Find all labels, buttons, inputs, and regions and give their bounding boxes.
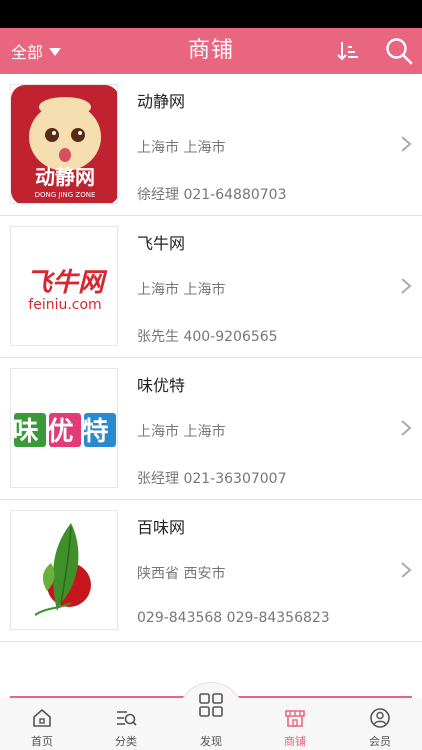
user-icon	[370, 708, 390, 728]
shop-contact: 徐经理 021-64880703	[137, 187, 287, 203]
chevron-right-icon	[401, 136, 412, 152]
shop-name: 飞牛网	[137, 234, 186, 253]
shop-contact: 张先生 400-9206565	[137, 329, 278, 345]
sort-icon[interactable]	[336, 39, 360, 63]
chevron-right-icon	[401, 562, 412, 578]
tab-label: 会员	[369, 735, 391, 748]
home-icon	[33, 709, 51, 727]
tab-label: 发现	[200, 735, 222, 748]
svg-text:味优特: 味优特	[12, 416, 117, 447]
shop-logo: 飞牛网 feiniu.com	[10, 226, 118, 346]
feiniu-logo-image: 飞牛网 feiniu.com	[26, 268, 108, 313]
tab-label: 商铺	[284, 735, 306, 748]
shop-location: 上海市 上海市	[137, 424, 226, 440]
top-header: 全部 商铺	[0, 28, 422, 74]
shop-logo	[10, 510, 118, 630]
tab-shop[interactable]: 商铺	[253, 698, 337, 750]
shop-name: 味优特	[137, 376, 186, 395]
shop-contact: 张经理 021-36307007	[137, 471, 287, 487]
shop-list: 动静网 DONG JING ZONE 动静网 上海市 上海市 徐经理 021-6…	[0, 74, 422, 642]
tab-member[interactable]: 会员	[338, 698, 422, 750]
search-icon[interactable]	[384, 36, 414, 66]
svg-text:feiniu.com: feiniu.com	[28, 297, 101, 313]
list-item[interactable]: 味优特 味优特 上海市 上海市 张经理 021-36307007	[0, 358, 422, 500]
dongjing-logo-image: 动静网 DONG JING ZONE	[11, 85, 117, 203]
tab-label: 分类	[115, 735, 137, 748]
tab-label: 首页	[31, 735, 53, 748]
shop-logo: 动静网 DONG JING ZONE	[10, 84, 118, 204]
filter-dropdown[interactable]: 全部	[11, 28, 62, 74]
shop-name: 动静网	[137, 92, 186, 111]
shop-icon	[285, 710, 305, 727]
shop-logo: 味优特	[10, 368, 118, 488]
shop-contact: 029-843568 029-84356823	[137, 610, 330, 626]
tab-home[interactable]: 首页	[0, 698, 84, 750]
filter-label: 全部	[11, 43, 44, 62]
tab-category[interactable]: 分类	[84, 698, 168, 750]
bottom-tab-bar: 首页 分类 发现 商铺 会员	[0, 693, 422, 750]
svg-text:DONG JING ZONE: DONG JING ZONE	[35, 191, 96, 199]
list-item[interactable]: 百味网 陕西省 西安市 029-843568 029-84356823	[0, 500, 422, 642]
tab-discover[interactable]: 发现	[169, 693, 253, 750]
status-bar	[0, 0, 422, 28]
caret-down-icon	[49, 47, 62, 56]
list-item[interactable]: 动静网 DONG JING ZONE 动静网 上海市 上海市 徐经理 021-6…	[0, 74, 422, 216]
shop-location: 上海市 上海市	[137, 140, 226, 156]
chevron-right-icon	[401, 278, 412, 294]
shop-location: 上海市 上海市	[137, 282, 226, 298]
chevron-right-icon	[401, 420, 412, 436]
svg-text:飞牛网: 飞牛网	[26, 268, 108, 298]
list-item[interactable]: 飞牛网 feiniu.com 飞牛网 上海市 上海市 张先生 400-92065…	[0, 216, 422, 358]
shop-location: 陕西省 西安市	[137, 566, 226, 582]
weiyoute-logo-image: 味优特	[12, 413, 117, 447]
shop-name: 百味网	[137, 518, 186, 537]
category-search-icon	[117, 711, 137, 726]
svg-text:动静网: 动静网	[35, 165, 95, 189]
baiwei-logo-image	[34, 523, 91, 616]
grid-icon	[199, 693, 223, 717]
